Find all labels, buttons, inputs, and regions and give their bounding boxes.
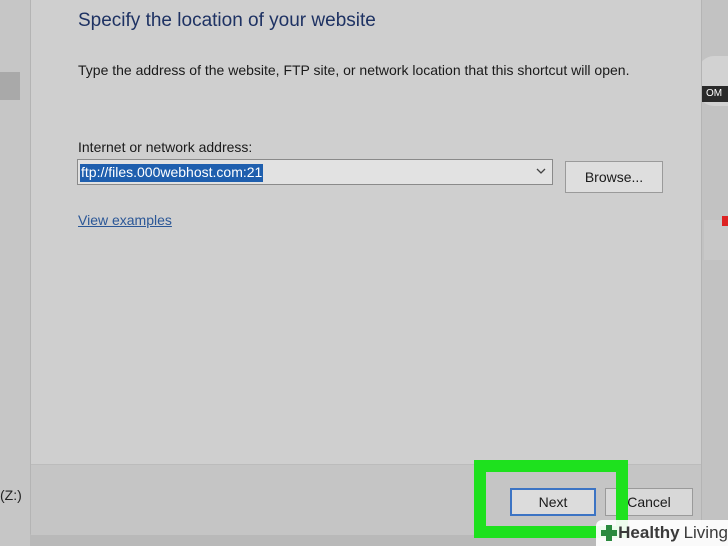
watermark-brand-light: Living [683,523,728,542]
dialog-description: Type the address of the website, FTP sit… [78,62,630,78]
address-input-value[interactable]: ftp://files.000webhost.com:21 [80,164,264,182]
dialog-title: Specify the location of your website [78,10,376,31]
background-item [704,220,728,260]
address-label: Internet or network address: [78,139,253,155]
browse-button[interactable]: Browse... [565,161,663,193]
create-shortcut-dialog: Specify the location of your website Typ… [30,0,702,535]
watermark-brand-bold: Healthy [618,523,680,542]
chevron-down-icon[interactable] [536,164,546,178]
background-badge: OM [700,86,728,102]
plus-cross-icon [599,523,618,543]
address-combobox[interactable]: ftp://files.000webhost.com:21 [77,159,553,185]
watermark: Healthy Living [596,520,728,546]
background-red-mark [722,216,728,226]
view-examples-link[interactable]: View examples [78,212,172,228]
drive-label: (Z:) [0,487,22,503]
background-selected-row [0,72,20,100]
